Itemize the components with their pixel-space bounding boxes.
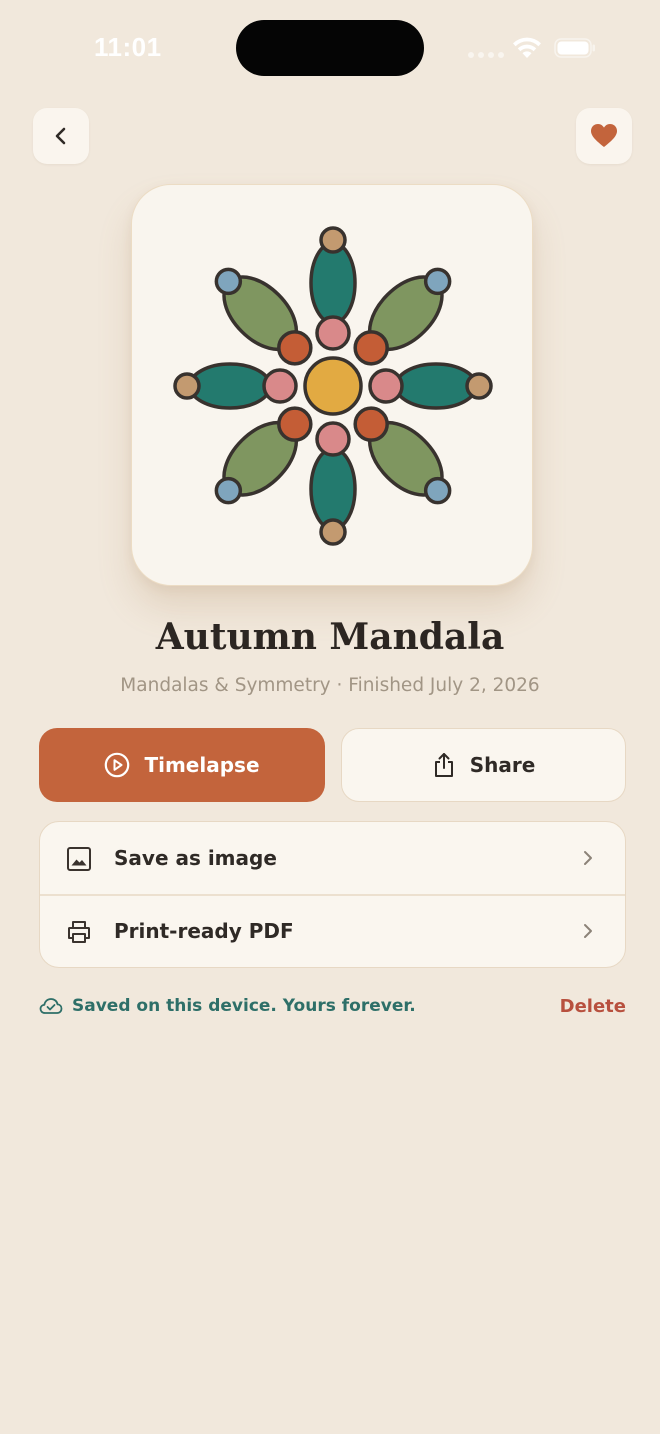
mandala-petal: [188, 362, 272, 410]
mandala-spoke-inner: [315, 421, 351, 457]
mandala-petal: [309, 241, 357, 325]
chevron-right-icon: [584, 924, 592, 938]
status-bar: 11:01: [0, 0, 660, 96]
mandala-inner-dot: [315, 315, 351, 351]
saved-status: Saved on this device. Yours forever.: [39, 996, 416, 1016]
printer-icon: [68, 921, 90, 943]
background-edge: [0, 96, 4, 1434]
mandala-spoke-inner: [368, 368, 404, 404]
mandala-petal: [394, 362, 478, 410]
mandala-inner-dot: [368, 368, 404, 404]
export-options: Save as image Print-ready PDF: [39, 821, 626, 968]
artwork-subtitle: Mandalas & Symmetry · Finished July 2, 2…: [120, 675, 540, 696]
wifi-icon: [513, 37, 541, 58]
artwork-preview[interactable]: [131, 184, 533, 586]
chevron-right-icon: [584, 851, 592, 865]
save-as-image-label: Save as image: [114, 846, 277, 870]
image-icon: [67, 847, 91, 871]
timelapse-label: Timelapse: [144, 753, 260, 777]
print-ready-pdf-label: Print-ready PDF: [114, 919, 294, 943]
mandala-inner-dot: [262, 368, 298, 404]
mandala-spoke-tip: [173, 372, 201, 400]
save-as-image-row[interactable]: Save as image: [40, 822, 625, 895]
mandala-tip-dot: [465, 372, 493, 400]
cellular-signal-icon: [468, 52, 504, 58]
mandala-spoke: [394, 362, 478, 410]
mandala-spoke: [188, 362, 272, 410]
mandala-tip-dot: [319, 518, 347, 546]
chevron-left-icon: [55, 127, 66, 145]
dynamic-island: [236, 20, 424, 76]
favorite-button[interactable]: [576, 108, 632, 164]
mandala-tip-dot: [319, 226, 347, 254]
share-icon: [434, 753, 453, 777]
mandala-spoke-inner: [262, 368, 298, 404]
mandala-artwork: [173, 226, 493, 546]
mandala-tip-dot: [173, 372, 201, 400]
mandala-inner-dot: [315, 421, 351, 457]
play-circle-icon: [105, 752, 130, 778]
mandala-spoke: [309, 241, 357, 325]
status-time: 11:01: [94, 32, 162, 62]
mandala-spoke-tip: [465, 372, 493, 400]
back-button[interactable]: [33, 108, 89, 164]
mandala-spoke-tip: [319, 518, 347, 546]
share-button[interactable]: Share: [341, 728, 626, 802]
mandala-spoke: [309, 447, 357, 531]
timelapse-button[interactable]: Timelapse: [39, 728, 325, 802]
delete-button[interactable]: Delete: [560, 996, 626, 1017]
share-label: Share: [469, 753, 536, 777]
print-ready-pdf-row[interactable]: Print-ready PDF: [40, 895, 625, 967]
battery-icon: [554, 38, 595, 58]
heart-icon: [591, 124, 617, 147]
saved-note: Saved on this device. Yours forever.: [72, 996, 416, 1016]
mandala-center: [303, 356, 363, 416]
artwork-title: Autumn Mandala: [155, 616, 505, 658]
mandala-spoke-tip: [319, 226, 347, 254]
mandala-spoke-inner: [315, 315, 351, 351]
cloud-check-icon: [39, 998, 63, 1014]
mandala-petal: [309, 447, 357, 531]
